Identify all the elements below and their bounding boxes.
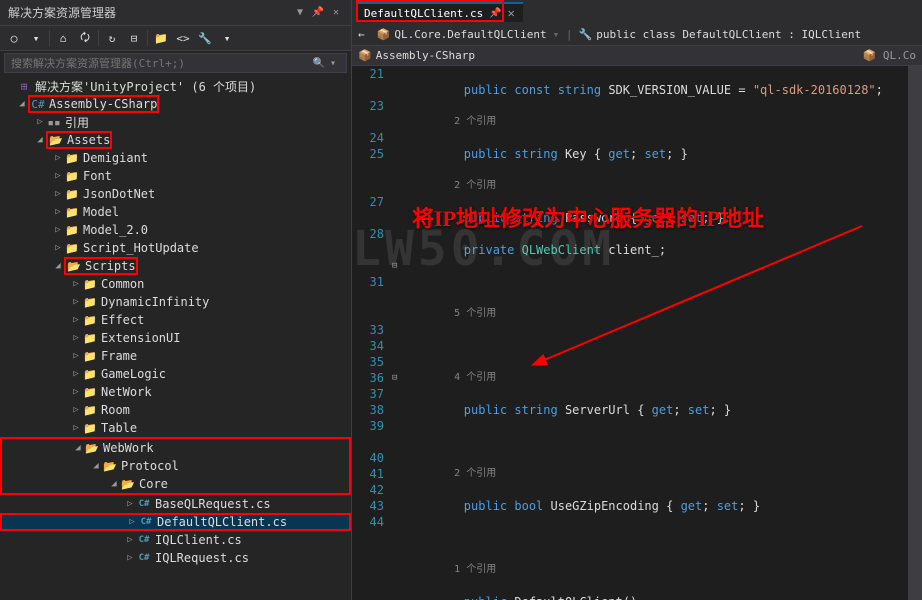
- refresh-icon[interactable]: ↻: [102, 28, 122, 48]
- forward-icon[interactable]: ▾: [26, 28, 46, 48]
- folder-common[interactable]: ▷📁Common: [0, 275, 351, 293]
- folder-scripthot[interactable]: ▷📁Script_HotUpdate: [0, 239, 351, 257]
- scrollbar-vertical[interactable]: [908, 66, 922, 600]
- file-baseql[interactable]: ▷C#BaseQLRequest.cs: [0, 495, 351, 513]
- tab-bar: DefaultQLClient.cs 📌 ✕: [352, 0, 922, 24]
- crumb-assembly[interactable]: 📦 Assembly-CSharp: [358, 49, 475, 62]
- close-icon[interactable]: ✕: [508, 6, 515, 20]
- folder-model[interactable]: ▷📁Model: [0, 203, 351, 221]
- annotation-text: 将IP地址修改为中心服务器的IP地址: [412, 201, 764, 233]
- sync-icon[interactable]: 🗘: [75, 28, 95, 48]
- search-bar[interactable]: 🔍 ▾: [4, 53, 347, 73]
- properties-icon[interactable]: 🔧: [195, 28, 215, 48]
- solution-tree: ⊞解决方案'UnityProject' (6 个项目) ◢C#Assembly-…: [0, 75, 351, 600]
- more-icon[interactable]: ▾: [217, 28, 237, 48]
- breadcrumb-bar: 📦 Assembly-CSharp 📦 QL.Co: [352, 46, 922, 66]
- folder-extensionui[interactable]: ▷📁ExtensionUI: [0, 329, 351, 347]
- nav-back-icon[interactable]: ←: [352, 28, 371, 41]
- nav-bar: ← 📦 QL.Core.DefaultQLClient ▾ | 🔧 public…: [352, 24, 922, 46]
- assets-folder[interactable]: ◢📂Assets: [0, 131, 351, 149]
- file-tab[interactable]: DefaultQLClient.cs 📌 ✕: [356, 2, 523, 22]
- fold-gutter[interactable]: ⊟⊟: [392, 66, 406, 600]
- solution-explorer-panel: 解决方案资源管理器 ▼ 📌 ✕ ◯ ▾ ⌂ 🗘 ↻ ⊟ 📁 <> 🔧 ▾ 🔍 ▾…: [0, 0, 352, 600]
- home-icon[interactable]: ⌂: [53, 28, 73, 48]
- showall-icon[interactable]: 📁: [151, 28, 171, 48]
- file-iqlclient[interactable]: ▷C#IQLClient.cs: [0, 531, 351, 549]
- file-defaultql[interactable]: ▷C#DefaultQLClient.cs: [0, 513, 351, 531]
- folder-jsondotnet[interactable]: ▷📁JsonDotNet: [0, 185, 351, 203]
- editor-panel: DefaultQLClient.cs 📌 ✕ ← 📦 QL.Core.Defau…: [352, 0, 922, 600]
- file-iqlrequest[interactable]: ▷C#IQLRequest.cs: [0, 549, 351, 567]
- folder-font[interactable]: ▷📁Font: [0, 167, 351, 185]
- tab-label: DefaultQLClient.cs: [364, 7, 483, 20]
- panel-title: 解决方案资源管理器: [8, 4, 116, 21]
- project-node[interactable]: ◢C#Assembly-CSharp: [0, 95, 351, 113]
- collapse-icon[interactable]: ⊟: [124, 28, 144, 48]
- folder-webwork[interactable]: ◢📂WebWork: [2, 439, 349, 457]
- pin-icon[interactable]: 📌: [489, 8, 501, 19]
- code-area[interactable]: public const string SDK_VERSION_VALUE = …: [406, 66, 922, 600]
- folder-network[interactable]: ▷📁NetWork: [0, 383, 351, 401]
- folder-scripts[interactable]: ◢📂Scripts: [0, 257, 351, 275]
- folder-demigiant[interactable]: ▷📁Demigiant: [0, 149, 351, 167]
- search-icon[interactable]: 🔍: [312, 56, 326, 70]
- folder-table[interactable]: ▷📁Table: [0, 419, 351, 437]
- nav-member[interactable]: 🔧 public class DefaultQLClient : IQLClie…: [573, 28, 868, 41]
- folder-effect[interactable]: ▷📁Effect: [0, 311, 351, 329]
- nav-namespace[interactable]: 📦 QL.Core.DefaultQLClient: [371, 28, 553, 41]
- folder-protocol[interactable]: ◢📂Protocol: [2, 457, 349, 475]
- folder-dynamic[interactable]: ▷📁DynamicInfinity: [0, 293, 351, 311]
- panel-header: 解决方案资源管理器 ▼ 📌 ✕: [0, 0, 351, 26]
- back-icon[interactable]: ◯: [4, 28, 24, 48]
- line-gutter: 21232425272831333435363738394041424344: [352, 66, 392, 600]
- search-input[interactable]: [11, 57, 312, 70]
- folder-model2[interactable]: ▷📁Model_2.0: [0, 221, 351, 239]
- code-editor[interactable]: LW50.COM 将IP地址修改为中心服务器的IP地址 212324252728…: [352, 66, 922, 600]
- dropdown-icon[interactable]: ▼: [293, 6, 307, 20]
- references-node[interactable]: ▷▪▪引用: [0, 113, 351, 131]
- explorer-toolbar: ◯ ▾ ⌂ 🗘 ↻ ⊟ 📁 <> 🔧 ▾: [0, 26, 351, 51]
- crumb-end[interactable]: 📦 QL.Co: [863, 49, 916, 62]
- solution-node[interactable]: ⊞解决方案'UnityProject' (6 个项目): [0, 77, 351, 95]
- close-icon[interactable]: ✕: [329, 6, 343, 20]
- folder-frame[interactable]: ▷📁Frame: [0, 347, 351, 365]
- pin-icon[interactable]: 📌: [311, 6, 325, 20]
- search-dropdown-icon[interactable]: ▾: [326, 56, 340, 70]
- code-icon[interactable]: <>: [173, 28, 193, 48]
- folder-core[interactable]: ◢📂Core: [2, 475, 349, 493]
- folder-room[interactable]: ▷📁Room: [0, 401, 351, 419]
- folder-gamelogic[interactable]: ▷📁GameLogic: [0, 365, 351, 383]
